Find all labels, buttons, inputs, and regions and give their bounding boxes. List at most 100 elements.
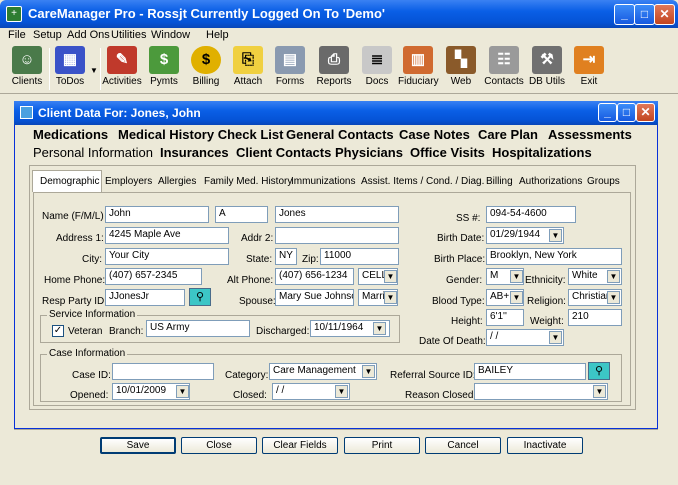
toolbar-todos-button[interactable]: ▦ ToDos [52, 46, 88, 92]
clear-fields-button[interactable]: Clear Fields [262, 437, 338, 454]
title-bar: + CareManager Pro - Rossjt Currently Log… [0, 0, 678, 28]
menu-setup[interactable]: Setup [33, 29, 62, 41]
first-name-field[interactable]: John [105, 206, 209, 223]
state-field[interactable]: NY [275, 248, 297, 265]
inactivate-button[interactable]: Inactivate [507, 437, 583, 454]
weight-field[interactable]: 210 [568, 309, 622, 326]
middle-name-field[interactable]: A [215, 206, 268, 223]
tab-assessments[interactable]: Assessments [548, 127, 632, 142]
chevron-down-icon[interactable]: ▼ [176, 385, 189, 398]
opened-label: Opened: [70, 390, 109, 401]
chevron-down-icon[interactable]: ▼ [373, 322, 386, 335]
tab-client-contacts[interactable]: Client Contacts [236, 145, 331, 160]
toolbar-contacts-button[interactable]: ☷ Contacts [484, 46, 524, 92]
branch-field[interactable]: US Army [146, 320, 250, 337]
alt-phone-field[interactable]: (407) 656-1234 [275, 268, 354, 285]
last-name-field[interactable]: Jones [275, 206, 399, 223]
chevron-down-icon[interactable]: ▼ [593, 385, 606, 398]
subtab-authorizations[interactable]: Authorizations [519, 176, 582, 191]
toolbar-pymts-button[interactable]: $ Pymts [146, 46, 182, 92]
menu-window[interactable]: Window [151, 29, 190, 41]
toolbar-billing-button[interactable]: $ Billing [188, 46, 224, 92]
chevron-down-icon[interactable]: ▼ [510, 270, 523, 283]
subtab-employers[interactable]: Employers [105, 176, 152, 191]
chevron-down-icon[interactable]: ▼ [510, 291, 523, 304]
tab-insurances[interactable]: Insurances [160, 145, 229, 160]
chevron-down-icon[interactable]: ▼ [335, 385, 348, 398]
referral-source-field[interactable]: BAILEY [474, 363, 586, 380]
toolbar-attach-button[interactable]: ⎘ Attach [230, 46, 266, 92]
subtab-family-med-history[interactable]: Family Med. History [204, 176, 292, 191]
home-phone-field[interactable]: (407) 657-2345 [105, 268, 202, 285]
veteran-checkbox[interactable]: ✓ [52, 325, 64, 337]
app-icon: + [6, 6, 22, 22]
toolbar-activities-button[interactable]: ✎ Activities [102, 46, 142, 92]
birth-place-label: Birth Place: [434, 254, 486, 265]
menu-add-ons[interactable]: Add Ons [67, 29, 110, 41]
case-id-field[interactable] [112, 363, 214, 380]
toolbar-fiduciary-button[interactable]: ▥ Fiduciary [398, 46, 439, 92]
close-form-button[interactable]: Close [181, 437, 257, 454]
chevron-down-icon[interactable]: ▼ [384, 270, 397, 283]
subtab-groups[interactable]: Groups [587, 176, 620, 191]
tab-office-visits[interactable]: Office Visits [410, 145, 485, 160]
menu-help[interactable]: Help [206, 29, 229, 41]
todos-dropdown-arrow[interactable]: ▼ [90, 66, 98, 75]
maximize-button[interactable]: □ [634, 4, 655, 25]
ssn-field[interactable]: 094-54-4600 [486, 206, 576, 223]
addr2-field[interactable] [275, 227, 399, 244]
chevron-down-icon[interactable]: ▼ [549, 229, 562, 242]
zip-field[interactable]: 11000 [320, 248, 399, 265]
client-maximize-button[interactable]: □ [617, 103, 636, 122]
tab-hospitalizations[interactable]: Hospitalizations [492, 145, 592, 160]
resp-party-lookup-binoculars-icon[interactable]: ⚲ [189, 288, 211, 306]
save-button[interactable]: Save [100, 437, 176, 454]
subtab-billing[interactable]: Billing [486, 176, 513, 191]
cancel-button[interactable]: Cancel [425, 437, 501, 454]
subtab-demographic[interactable]: Demographic [40, 176, 99, 191]
tab-medical-history-check-list[interactable]: Medical History Check List [118, 127, 283, 142]
category-select[interactable]: Care Management [269, 363, 377, 380]
print-button[interactable]: Print [344, 437, 420, 454]
tab-case-notes[interactable]: Case Notes [399, 127, 470, 142]
subtab-assist-items[interactable]: Assist. Items / Cond. / Diag. [361, 176, 484, 191]
chevron-down-icon[interactable]: ▼ [384, 291, 397, 304]
toolbar-db-utils-button[interactable]: ⚒ DB Utils [528, 46, 566, 92]
subtab-allergies[interactable]: Allergies [158, 176, 196, 191]
addr2-label: Addr 2: [241, 233, 274, 244]
toolbar-reports-button[interactable]: ⎙ Reports [314, 46, 354, 92]
chevron-down-icon[interactable]: ▼ [607, 270, 620, 283]
chevron-down-icon[interactable]: ▼ [549, 331, 562, 344]
toolbar-forms-button[interactable]: ▤ Forms [272, 46, 308, 92]
client-close-button[interactable]: ✕ [636, 103, 655, 122]
menu-utilities[interactable]: Utilities [111, 29, 146, 41]
toolbar-clients-button[interactable]: ☺ Clients [8, 46, 46, 92]
menu-file[interactable]: File [8, 29, 26, 41]
toolbar-web-button[interactable]: ▚ Web [444, 46, 478, 92]
birth-place-field[interactable]: Brooklyn, New York [486, 248, 622, 265]
client-window-title-bar: Client Data For: Jones, John _ □ ✕ [14, 101, 658, 125]
resp-party-field[interactable]: JJonesJr [105, 289, 185, 306]
client-minimize-button[interactable]: _ [598, 103, 617, 122]
toolbar-docs-button[interactable]: ≣ Docs [360, 46, 394, 92]
tab-medications[interactable]: Medications [33, 127, 108, 142]
web-icon: ▚ [446, 46, 476, 74]
chevron-down-icon[interactable]: ▼ [362, 365, 375, 378]
close-button[interactable]: ✕ [654, 4, 675, 25]
height-field[interactable]: 6'1'' [486, 309, 524, 326]
spouse-field[interactable]: Mary Sue Johnso [275, 289, 354, 306]
tab-personal-information[interactable]: Personal Information [33, 145, 153, 160]
tab-general-contacts[interactable]: General Contacts [286, 127, 394, 142]
tab-physicians[interactable]: Physicians [335, 145, 403, 160]
toolbar-exit-button[interactable]: ⇥ Exit [572, 46, 606, 92]
address1-field[interactable]: 4245 Maple Ave [105, 227, 229, 244]
window-title: CareManager Pro - Rossjt Currently Logge… [28, 6, 385, 21]
minimize-button[interactable]: _ [614, 4, 635, 25]
reason-closed-select[interactable] [474, 383, 608, 400]
subtab-immunizations[interactable]: Immunizations [291, 176, 355, 191]
referral-lookup-binoculars-icon[interactable]: ⚲ [588, 362, 610, 380]
city-field[interactable]: Your City [105, 248, 229, 265]
address1-label: Address 1: [56, 233, 104, 244]
tab-care-plan[interactable]: Care Plan [478, 127, 538, 142]
chevron-down-icon[interactable]: ▼ [607, 291, 620, 304]
